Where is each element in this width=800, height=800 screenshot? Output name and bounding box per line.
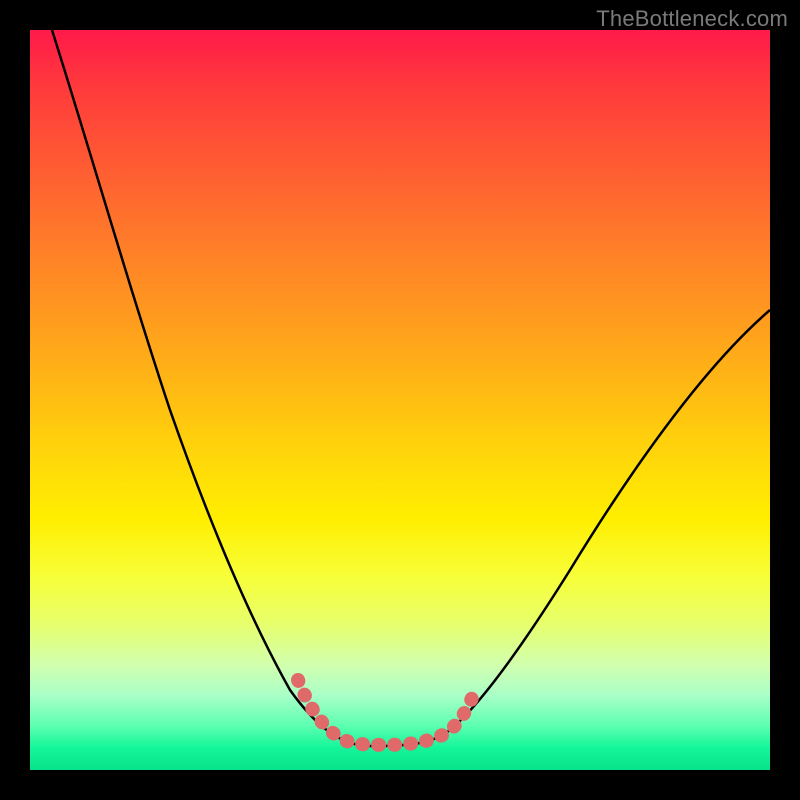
watermark-text: TheBottleneck.com — [596, 6, 788, 32]
chart-svg — [30, 30, 770, 770]
bottleneck-curve-path — [52, 30, 770, 746]
optimal-region-highlight-path — [298, 680, 472, 745]
chart-plot-area — [30, 30, 770, 770]
